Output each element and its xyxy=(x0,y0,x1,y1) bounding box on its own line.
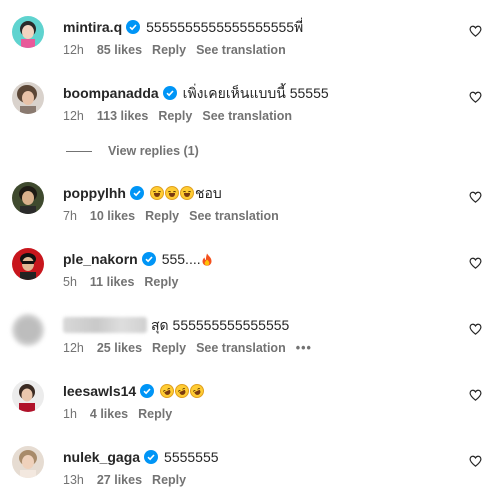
avatar[interactable] xyxy=(12,380,44,412)
more-options-button[interactable]: ••• xyxy=(296,340,312,356)
comment-text: 5555555555555555555พี่ xyxy=(146,19,304,35)
heart-icon[interactable] xyxy=(469,389,482,401)
likes-count[interactable]: 85 likes xyxy=(97,42,142,58)
comment-text: เพิ่งเคยเห็นแบบนี้ 55555 xyxy=(182,85,329,101)
reply-button[interactable]: Reply xyxy=(152,42,186,58)
comment-text: 555.... xyxy=(161,251,201,267)
grinning-face-with-sweat-icon xyxy=(165,186,179,200)
rolling-on-floor-laughing-icon xyxy=(187,381,207,401)
username[interactable]: poppylhh xyxy=(63,184,126,202)
comment-text: 5555555 xyxy=(164,449,219,465)
reply-button[interactable]: Reply xyxy=(152,340,186,356)
comment-text: สุด 555555555555555 xyxy=(151,317,290,333)
username[interactable]: leesawls14 xyxy=(63,382,136,400)
timestamp[interactable]: 5h xyxy=(63,274,77,290)
view-replies-button[interactable]: View replies (1) xyxy=(66,143,199,159)
view-replies-label: View replies (1) xyxy=(108,144,199,158)
see-translation-button[interactable]: See translation xyxy=(196,42,286,58)
avatar[interactable] xyxy=(12,82,44,114)
divider xyxy=(66,150,92,152)
likes-count[interactable]: 4 likes xyxy=(90,406,128,422)
username[interactable]: mintira.q xyxy=(63,18,122,36)
avatar[interactable] xyxy=(12,182,44,214)
comment-item: ple_nakorn 555.... 5h 11 likes Reply xyxy=(0,248,490,308)
reply-button[interactable]: Reply xyxy=(158,108,192,124)
likes-count[interactable]: 27 likes xyxy=(97,472,142,488)
avatar[interactable] xyxy=(12,248,44,280)
reply-button[interactable]: Reply xyxy=(144,274,178,290)
timestamp[interactable]: 12h xyxy=(63,108,84,124)
blurred-username[interactable] xyxy=(63,317,147,333)
timestamp[interactable]: 12h xyxy=(63,340,84,356)
verified-badge-icon xyxy=(144,450,159,464)
likes-count[interactable]: 25 likes xyxy=(97,340,142,356)
username[interactable]: nulek_gaga xyxy=(63,448,140,466)
grinning-face-with-sweat-icon xyxy=(180,186,194,200)
timestamp[interactable]: 7h xyxy=(63,208,77,224)
verified-badge-icon xyxy=(130,186,144,200)
username[interactable]: ple_nakorn xyxy=(63,250,138,268)
comment-item: poppylhh ชอบ 7h 10 likes Reply See trans… xyxy=(0,182,490,242)
verified-badge-icon xyxy=(162,86,177,100)
heart-icon[interactable] xyxy=(469,455,482,467)
heart-icon[interactable] xyxy=(469,25,482,37)
avatar[interactable] xyxy=(12,314,44,346)
timestamp[interactable]: 1h xyxy=(63,406,77,422)
heart-icon[interactable] xyxy=(469,323,482,335)
comments-feed: mintira.q 5555555555555555555พี่ 12h 85 … xyxy=(0,0,490,500)
comment-item: nulek_gaga 5555555 13h 27 likes Reply xyxy=(0,446,490,500)
reply-button[interactable]: Reply xyxy=(138,406,172,422)
grinning-face-with-sweat-icon xyxy=(150,186,164,200)
reply-button[interactable]: Reply xyxy=(152,472,186,488)
likes-count[interactable]: 10 likes xyxy=(90,208,135,224)
comment-item: boompanadda เพิ่งเคยเห็นแบบนี้ 55555 12h… xyxy=(0,82,490,142)
timestamp[interactable]: 12h xyxy=(63,42,84,58)
fire-icon xyxy=(202,253,212,266)
see-translation-button[interactable]: See translation xyxy=(202,108,292,124)
reply-button[interactable]: Reply xyxy=(145,208,179,224)
comment-item: leesawls14 1h 4 likes Reply xyxy=(0,380,490,440)
heart-icon[interactable] xyxy=(469,191,482,203)
heart-icon[interactable] xyxy=(469,257,482,269)
comment-text: ชอบ xyxy=(195,185,222,201)
heart-icon[interactable] xyxy=(469,91,482,103)
likes-count[interactable]: 113 likes xyxy=(97,108,148,124)
likes-count[interactable]: 11 likes xyxy=(90,274,135,290)
avatar[interactable] xyxy=(12,16,44,48)
verified-badge-icon xyxy=(126,20,141,34)
avatar[interactable] xyxy=(12,446,44,478)
comment-item: mintira.q 5555555555555555555พี่ 12h 85 … xyxy=(0,16,490,76)
username[interactable]: boompanadda xyxy=(63,84,159,102)
comment-item: สุด 555555555555555 12h 25 likes Reply S… xyxy=(0,314,490,374)
see-translation-button[interactable]: See translation xyxy=(196,340,286,356)
timestamp[interactable]: 13h xyxy=(63,472,84,488)
verified-badge-icon xyxy=(141,252,156,266)
see-translation-button[interactable]: See translation xyxy=(189,208,279,224)
verified-badge-icon xyxy=(140,384,155,398)
